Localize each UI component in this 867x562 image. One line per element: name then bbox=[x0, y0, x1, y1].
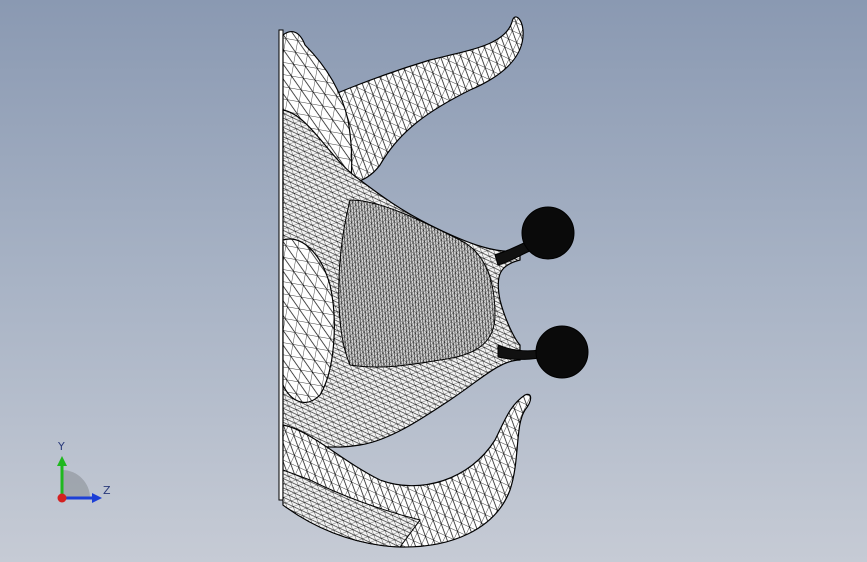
nodule-upper bbox=[521, 206, 575, 260]
z-axis-arrow bbox=[92, 493, 102, 503]
triad-plane bbox=[62, 470, 90, 498]
z-axis-label: Z bbox=[103, 484, 111, 497]
y-axis-label: Y bbox=[58, 440, 65, 453]
coordinate-triad: Y Z bbox=[48, 440, 118, 510]
nodule-lower bbox=[535, 325, 589, 379]
mesh-model[interactable] bbox=[0, 0, 867, 562]
graphics-viewport[interactable]: Y Z bbox=[0, 0, 867, 562]
inner-cavity bbox=[338, 199, 496, 368]
x-axis-dot bbox=[57, 493, 67, 503]
y-axis-arrow bbox=[57, 456, 67, 466]
